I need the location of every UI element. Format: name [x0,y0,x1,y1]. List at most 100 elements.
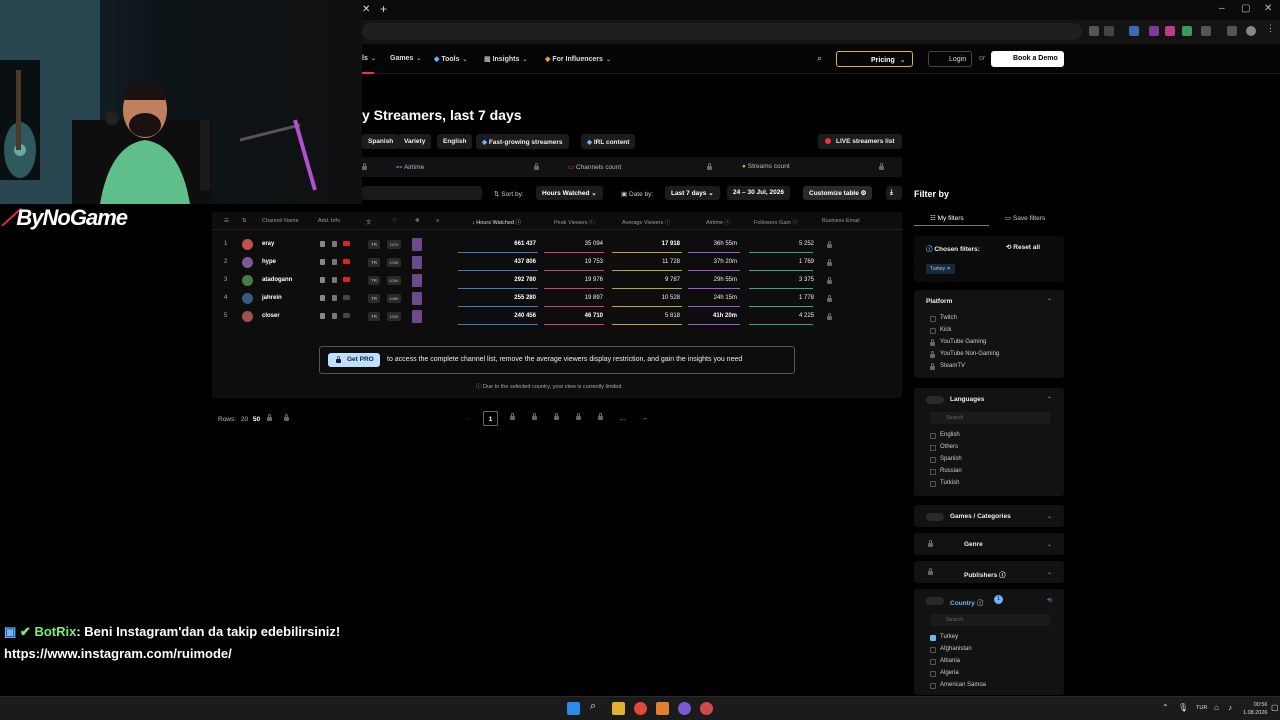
th-followers-gain[interactable]: Followers Gain ⓘ [754,218,798,226]
chevron-up-icon[interactable]: ⌃ [1047,396,1052,403]
filter-option[interactable]: Others [940,444,958,450]
heart-icon[interactable]: ♡ [392,218,397,224]
th-add-info[interactable]: Add. Info [318,218,340,224]
live-streamers-button[interactable]: LIVE streamers list [818,134,902,149]
avatar[interactable] [242,275,253,286]
filter-checkbox[interactable] [930,469,936,475]
maximize-icon[interactable]: ▢ [1241,3,1250,14]
game-thumbnail[interactable] [412,292,422,305]
chosen-tag-turkey[interactable]: Turkey ✕ [926,264,955,274]
languages-title[interactable]: Languages [950,396,984,403]
filter-option[interactable]: American Samoa [940,682,986,688]
address-bar[interactable] [362,23,1082,40]
volume-icon[interactable]: ♪ [1228,703,1232,712]
th-peak-viewers[interactable]: Peak Viewers ⓘ [554,218,595,226]
avatar[interactable] [242,257,253,268]
window-close-icon[interactable]: ✕ [1264,3,1272,14]
channel-name[interactable]: eray [262,241,274,247]
app-icon[interactable] [656,702,669,715]
login-button[interactable]: Login [928,51,972,67]
star-icon[interactable] [1104,26,1114,36]
languages-search-input[interactable]: Search [930,412,1050,424]
platform-title[interactable]: Platform [926,298,952,305]
app-icon[interactable] [700,702,713,715]
filter-checkbox[interactable] [930,481,936,487]
filter-checkbox[interactable] [930,445,936,451]
country-search-input[interactable]: Search [930,614,1050,626]
chevron-down-icon[interactable]: ⌄ [1047,569,1052,576]
extension-icon[interactable] [1165,26,1175,36]
avatar[interactable] [242,311,253,322]
game-thumbnail[interactable] [412,238,422,251]
nav-item-games[interactable]: Games ⌄ [390,55,421,62]
nav-item-for-influencers[interactable]: ◈ For Influencers ⌄ [545,55,611,63]
avatar[interactable] [242,239,253,250]
channel-search-input[interactable] [362,186,482,200]
search-icon[interactable]: ⌕ [590,700,603,713]
channel-name[interactable]: closer [262,313,280,319]
filter-checkbox[interactable] [930,316,936,322]
filter-checkbox[interactable] [930,433,936,439]
sort-rank-icon[interactable]: ⇅ [242,218,247,224]
filter-option[interactable]: Spanish [940,456,962,462]
game-thumbnail[interactable] [412,310,422,323]
chip-variety[interactable]: Variety [398,134,432,149]
new-tab-icon[interactable]: + [380,2,387,16]
nav-item-insights[interactable]: ▦ Insights ⌄ [484,55,527,63]
save-filters-tab[interactable]: ▭ Save filters [1000,210,1064,226]
file-explorer-icon[interactable] [612,702,625,715]
table-row[interactable]: 4 jahrein TR 448K 255 280 19 897 10 528 … [212,290,902,308]
filter-option[interactable]: Kick [940,327,951,333]
clock[interactable]: 00:56 1.08.2026 [1243,701,1267,717]
puzzle-icon[interactable] [1201,26,1211,36]
get-pro-button[interactable]: Get PRO [328,353,380,367]
book-demo-button[interactable]: Book a Demo [991,51,1064,67]
extension-icon[interactable] [1149,26,1159,36]
country-title[interactable]: Country ⓘ [950,597,983,607]
country-toggle[interactable] [926,597,944,605]
reset-icon[interactable]: ⟲ [1047,597,1052,604]
channel-name[interactable]: jahrein [262,295,282,301]
filter-option[interactable]: Turkey [940,634,958,640]
pricing-button[interactable]: Pricing ⌄ [836,51,913,67]
filter-checkbox[interactable] [930,671,936,677]
filter-checkbox[interactable] [930,659,936,665]
game-thumbnail[interactable] [412,274,422,287]
th-channel-name[interactable]: Channel Name [262,218,299,224]
prev-page-icon[interactable]: ← [462,411,477,426]
nav-item-channels[interactable]: ls ⌄ [362,55,376,62]
table-row[interactable]: 3 atadogann TR 426K 292 780 19 976 9 787… [212,272,902,290]
reset-all-button[interactable]: ⟲ Reset all [1006,243,1040,251]
filter-checkbox[interactable] [930,328,936,334]
chevron-down-icon[interactable]: ⌄ [1047,541,1052,548]
metric-streams-count[interactable]: ● Streams count [742,163,790,170]
chip-fast-growing[interactable]: ◆ Fast-growing streamers [476,134,569,149]
filter-option[interactable]: Russian [940,468,962,474]
metric-airtime[interactable]: ⊷ Airtime [396,163,424,171]
sidebar-icon[interactable] [1227,26,1237,36]
page-1[interactable]: 1 [483,411,498,426]
chip-irl-content[interactable]: ◆ IRL content [581,134,636,149]
channel-name[interactable]: atadogann [262,277,292,283]
mic-icon[interactable]: 🎙 [1178,703,1188,712]
filter-option[interactable]: Afghanistan [940,646,972,652]
input-language[interactable]: TUR [1196,705,1207,711]
filter-checkbox[interactable] [930,647,936,653]
games-toggle[interactable] [926,513,944,521]
table-row[interactable]: 1 eray TR 747K 661 437 35 094 17 918 36h… [212,236,902,254]
chevron-down-icon[interactable]: ⌄ [1047,513,1052,520]
filter-option[interactable]: YouTube Non-Gaming [940,351,999,357]
languages-toggle[interactable] [926,396,944,404]
translate-icon[interactable]: 文 [366,218,372,226]
chip-spanish[interactable]: Spanish [362,134,400,149]
translate-icon[interactable] [1089,26,1099,36]
gamepad-icon[interactable]: ✥ [415,218,420,224]
filter-lines-icon[interactable]: ≡ [436,218,439,224]
profile-avatar[interactable] [1246,26,1256,36]
menu-kebab-icon[interactable]: ⋮ [1266,23,1276,33]
nav-item-tools[interactable]: ◆ Tools ⌄ [434,55,468,63]
genre-title[interactable]: Genre [964,541,983,548]
my-filters-tab[interactable]: ☷ My filters [914,210,989,226]
chrome-icon[interactable] [634,702,647,715]
filter-option[interactable]: YouTube Gaming [940,339,986,345]
